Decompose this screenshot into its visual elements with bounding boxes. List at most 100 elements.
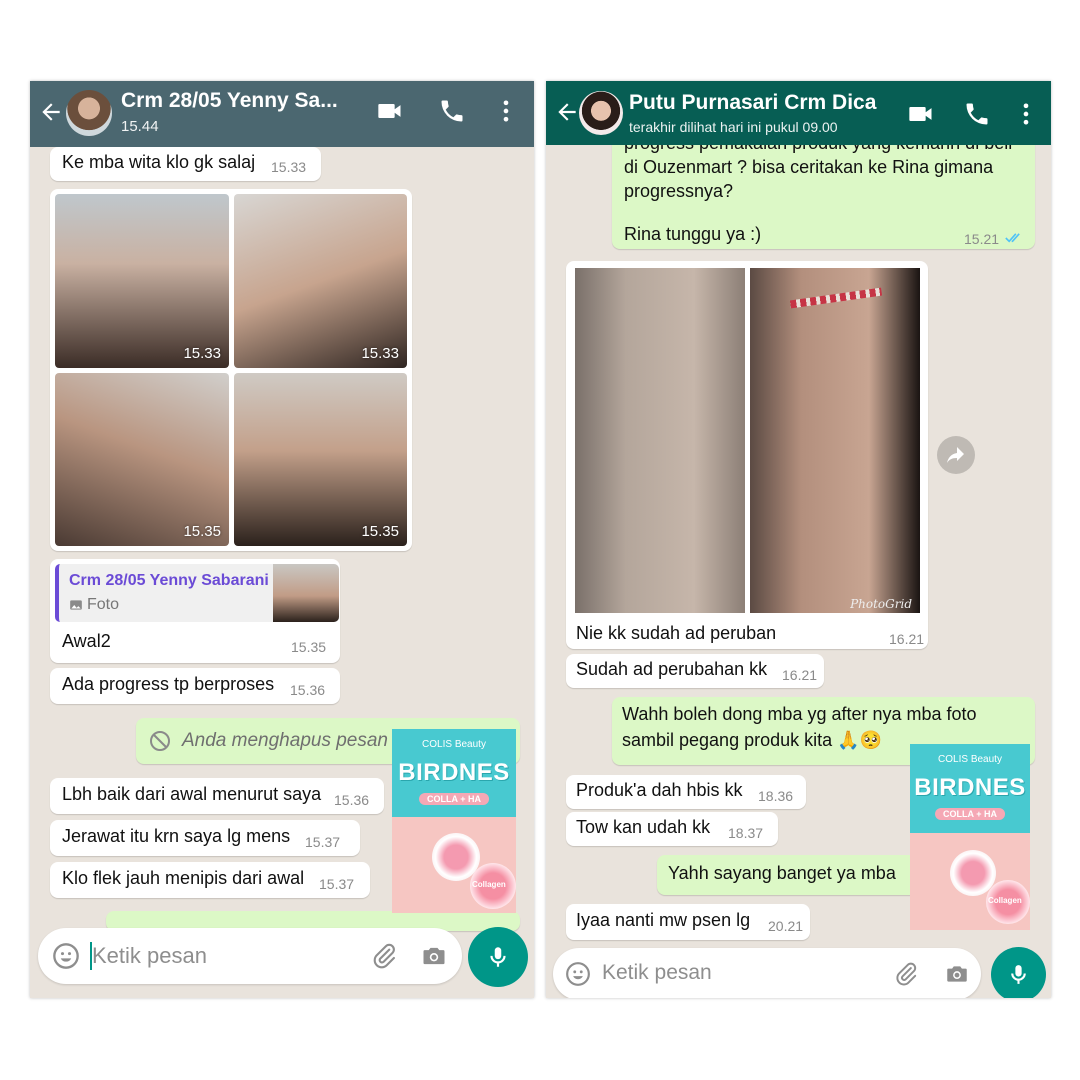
- product-name: BIRDNES: [398, 759, 510, 786]
- message-time: 15.21: [964, 231, 1000, 247]
- collagen-label: Collagen: [988, 896, 1022, 905]
- photo-message[interactable]: PhotoGrid Nie kk sudah ad peruban 16.21: [566, 261, 928, 649]
- message-time: 15.35: [291, 639, 327, 655]
- attachment-icon[interactable]: [370, 942, 398, 970]
- message-time: 18.36: [758, 788, 794, 804]
- message-time: 16.21: [782, 667, 818, 683]
- outgoing-message[interactable]: Yahh sayang banget ya mba: [657, 855, 919, 895]
- emoji-icon[interactable]: [52, 942, 80, 970]
- more-options-icon[interactable]: [1012, 100, 1040, 128]
- photo-icon: [70, 600, 82, 610]
- photo-time: 15.35: [361, 523, 399, 540]
- photogrid-watermark: PhotoGrid: [850, 597, 912, 611]
- forward-button[interactable]: [937, 436, 975, 474]
- product-variant: COLLA + HA: [419, 793, 489, 805]
- phone-call-icon[interactable]: [438, 97, 466, 125]
- message-text: Klo flek jauh menipis dari awal: [62, 868, 305, 888]
- mic-button[interactable]: [991, 947, 1046, 998]
- camera-icon[interactable]: [420, 942, 448, 970]
- quoted-author: Crm 28/05 Yenny Sabarani: [69, 572, 269, 589]
- back-arrow-icon[interactable]: [554, 99, 580, 125]
- mic-button[interactable]: [468, 927, 528, 987]
- message-line: di Ouzenmart ? bisa ceritakan ke Rina gi…: [624, 157, 994, 177]
- contact-avatar[interactable]: [66, 90, 112, 136]
- incoming-message[interactable]: Tow kan udah kk 18.37: [566, 812, 778, 846]
- message-time: 20.21: [768, 918, 804, 934]
- double-check-icon: [1005, 233, 1020, 243]
- message-time: 15.37: [305, 834, 341, 850]
- collagen-bubble: Collagen: [470, 863, 516, 909]
- video-call-icon[interactable]: [376, 97, 404, 125]
- photo-time: 15.33: [183, 345, 221, 362]
- mic-icon: [1011, 965, 1026, 984]
- attachment-icon[interactable]: [893, 961, 919, 987]
- message-text: Ke mba wita klo gk salaj: [62, 152, 256, 172]
- face-photo[interactable]: 15.35: [55, 373, 229, 546]
- more-options-icon[interactable]: [492, 97, 520, 125]
- face-photo[interactable]: 15.33: [234, 194, 407, 368]
- incoming-message[interactable]: Lbh baik dari awal menurut saya 15.36: [50, 778, 384, 814]
- product-name: BIRDNES: [914, 774, 1026, 801]
- contact-avatar[interactable]: [579, 91, 623, 135]
- message-text: Tow kan udah kk: [576, 817, 711, 837]
- photo-album-message[interactable]: 15.33 15.33 15.35 15.35: [50, 189, 412, 551]
- collagen-bubble: Collagen: [986, 880, 1030, 924]
- bracelet: [789, 287, 883, 309]
- contact-name[interactable]: Crm 28/05 Yenny Sa...: [121, 89, 338, 113]
- incoming-message[interactable]: Klo flek jauh menipis dari awal 15.37: [50, 862, 370, 898]
- message-text: Wahh boleh dong mba yg after nya mba fot…: [622, 704, 977, 724]
- message-time: 18.37: [728, 825, 764, 841]
- message-input-placeholder[interactable]: Ketik pesan: [602, 961, 712, 985]
- reply-message[interactable]: Crm 28/05 Yenny Sabarani Foto Awal2 15.3…: [50, 559, 340, 663]
- message-line: progressnya?: [624, 181, 734, 201]
- photo-time: 15.35: [183, 523, 221, 540]
- product-box-image: COLIS Beauty BIRDNES COLLA + HA Collagen: [910, 744, 1030, 930]
- last-seen-text: terakhir dilihat hari ini pukul 09.00: [629, 119, 838, 135]
- arm-photo[interactable]: [575, 268, 745, 613]
- product-brand: COLIS Beauty: [938, 754, 1002, 765]
- message-text-line2: sambil pegang produk kita 🙏🥺: [622, 730, 882, 750]
- phone-call-icon[interactable]: [963, 100, 991, 128]
- photo-time: 15.33: [361, 345, 399, 362]
- deleted-text: Anda menghapus pesan: [182, 730, 388, 751]
- message-time: 16.21: [889, 631, 925, 647]
- mic-icon: [490, 947, 506, 967]
- product-box-image: COLIS Beauty BIRDNES COLLA + HA Collagen: [392, 729, 516, 913]
- incoming-message[interactable]: Ke mba wita klo gk salaj 15.33: [50, 147, 321, 181]
- message-time: 15.36: [290, 682, 326, 698]
- message-line: Rina tunggu ya :): [624, 224, 762, 244]
- message-text: Awal2: [62, 631, 111, 651]
- photo-caption: Nie kk sudah ad peruban: [576, 623, 777, 643]
- face-photo[interactable]: 15.35: [234, 373, 407, 546]
- message-input-bar[interactable]: Ketik pesan: [553, 948, 981, 998]
- message-text: Lbh baik dari awal menurut saya: [62, 784, 322, 804]
- incoming-message[interactable]: Iyaa nanti mw psen lg 20.21: [566, 904, 810, 940]
- message-time: 15.36: [334, 792, 370, 808]
- incoming-message[interactable]: Ada progress tp berproses 15.36: [50, 668, 340, 704]
- collagen-label: Collagen: [472, 880, 506, 889]
- camera-icon[interactable]: [944, 961, 970, 987]
- message-input-placeholder[interactable]: Ketik pesan: [92, 943, 207, 969]
- emoji-icon[interactable]: [565, 961, 591, 987]
- message-input-bar[interactable]: Ketik pesan: [38, 928, 462, 984]
- arm-photo[interactable]: PhotoGrid: [750, 268, 920, 613]
- quoted-message[interactable]: Crm 28/05 Yenny Sabarani Foto: [55, 564, 339, 622]
- face-photo[interactable]: 15.33: [55, 194, 229, 368]
- forward-icon: [947, 447, 964, 463]
- message-text: Yahh sayang banget ya mba: [668, 863, 896, 883]
- last-seen-text: 15.44: [121, 118, 159, 135]
- chat-header: Putu Purnasari Crm Dica terakhir dilihat…: [546, 81, 1051, 145]
- back-arrow-icon[interactable]: [38, 99, 64, 125]
- incoming-message[interactable]: Sudah ad perubahan kk 16.21: [566, 654, 824, 688]
- left-chat-screen: Crm 28/05 Yenny Sa... 15.44 Ke mba wita …: [30, 81, 534, 998]
- contact-name[interactable]: Putu Purnasari Crm Dica: [629, 91, 876, 115]
- incoming-message[interactable]: Produk'a dah hbis kk 18.36: [566, 775, 806, 809]
- message-text: Jerawat itu krn saya lg mens: [62, 826, 291, 846]
- right-chat-screen: progress pemakaian produk yang kemarin d…: [546, 81, 1051, 998]
- blocked-icon: [150, 731, 170, 751]
- message-time: 15.33: [271, 159, 307, 175]
- message-time: 15.37: [319, 876, 355, 892]
- video-call-icon[interactable]: [907, 100, 935, 128]
- product-variant: COLLA + HA: [935, 808, 1005, 820]
- incoming-message[interactable]: Jerawat itu krn saya lg mens 15.37: [50, 820, 360, 856]
